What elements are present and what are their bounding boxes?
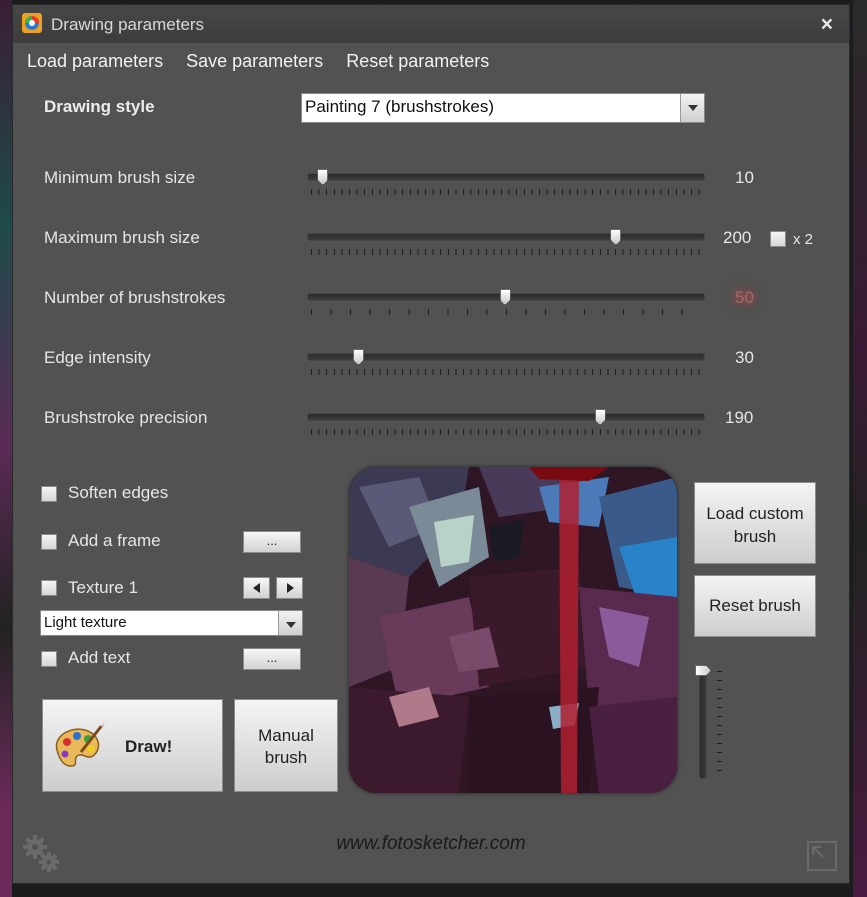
texture-select-value: Light texture	[44, 614, 127, 631]
chevron-down-icon[interactable]	[680, 94, 704, 122]
slider-value-number-of-brushstrokes: 50	[735, 288, 754, 307]
add-text-label: Add text	[68, 648, 131, 667]
reset-brush-button[interactable]: Reset brush	[694, 575, 816, 637]
draw-button-label: Draw!	[125, 737, 173, 756]
texture-checkbox[interactable]	[41, 580, 57, 596]
load-custom-brush-button[interactable]: Load custom brush	[694, 482, 816, 564]
drawing-parameters-window: Drawing parameters × Load parameters Sav…	[12, 4, 850, 884]
slider-thumb-number-of-brushstrokes[interactable]	[499, 289, 511, 305]
menu-reset-parameters[interactable]: Reset parameters	[346, 51, 489, 71]
preview-image	[349, 467, 677, 793]
slider-label-edge-intensity: Edge intensity	[44, 348, 151, 367]
slider-value-min-brush-size: 10	[735, 168, 754, 187]
menu-save-parameters[interactable]: Save parameters	[186, 51, 323, 71]
palette-icon	[55, 722, 105, 767]
vertical-slider-thumb[interactable]	[695, 665, 711, 676]
fotosketcher-app-icon	[22, 13, 42, 33]
slider-label-max-brush-size: Maximum brush size	[44, 228, 200, 247]
text-options-button[interactable]: ...	[243, 648, 301, 670]
window-title: Drawing parameters	[51, 15, 205, 34]
gear-icon[interactable]	[19, 831, 65, 877]
next-texture-icon[interactable]	[276, 577, 303, 599]
slider-thumb-brushstroke-precision[interactable]	[594, 409, 606, 425]
vertical-slider-ticks	[717, 671, 722, 777]
slider-label-number-of-brushstrokes: Number of brushstrokes	[44, 288, 226, 307]
draw-button[interactable]: Draw!	[42, 699, 223, 792]
drawing-style-label: Drawing style	[44, 97, 155, 116]
slider-ticks	[311, 369, 701, 375]
slider-thumb-min-brush-size[interactable]	[317, 169, 329, 185]
chevron-down-icon[interactable]	[278, 611, 302, 635]
slider-ticks	[311, 189, 701, 195]
slider-track-max-brush-size[interactable]	[307, 233, 705, 241]
slider-thumb-max-brush-size[interactable]	[610, 229, 622, 245]
manual-brush-label-line1: Manual	[258, 726, 314, 745]
resize-icon[interactable]	[807, 841, 837, 871]
drawing-style-value: Painting 7 (brushstrokes)	[305, 97, 494, 116]
manual-brush-button[interactable]: Manual brush	[234, 699, 338, 792]
slider-value-edge-intensity: 30	[735, 348, 754, 367]
texture-label: Texture 1	[68, 578, 138, 597]
slider-label-min-brush-size: Minimum brush size	[44, 168, 196, 187]
slider-track-min-brush-size[interactable]	[307, 173, 705, 181]
slider-ticks	[311, 249, 701, 255]
slider-track-brushstroke-precision[interactable]	[307, 413, 705, 421]
add-frame-checkbox[interactable]	[41, 534, 57, 550]
load-custom-brush-label-line1: Load custom	[706, 504, 804, 523]
menu-load-parameters[interactable]: Load parameters	[27, 51, 163, 71]
website-link[interactable]: www.fotosketcher.com	[13, 833, 849, 855]
soften-edges-label: Soften edges	[68, 483, 169, 502]
slider-label-brushstroke-precision: Brushstroke precision	[44, 408, 208, 427]
background-desktop-right	[853, 0, 867, 897]
brushstroke-painting-preview	[349, 467, 677, 793]
slider-thumb-edge-intensity[interactable]	[352, 349, 364, 365]
slider-track-edge-intensity[interactable]	[307, 353, 705, 361]
x2-checkbox[interactable]	[770, 231, 786, 247]
drawing-style-select[interactable]: Painting 7 (brushstrokes)	[301, 93, 705, 123]
background-desktop-left	[0, 0, 12, 897]
load-custom-brush-label-line2: brush	[733, 527, 777, 546]
add-frame-label: Add a frame	[68, 531, 161, 550]
manual-brush-label-line2: brush	[264, 748, 308, 767]
add-text-checkbox[interactable]	[41, 651, 57, 667]
slider-ticks	[311, 429, 701, 435]
slider-ticks	[311, 309, 701, 315]
reset-brush-label: Reset brush	[709, 596, 801, 615]
x2-label: x 2	[793, 231, 814, 248]
soften-edges-checkbox[interactable]	[41, 486, 57, 502]
previous-texture-icon[interactable]	[243, 577, 270, 599]
title-bar[interactable]: Drawing parameters ×	[13, 5, 849, 43]
slider-value-max-brush-size: 200	[723, 228, 752, 247]
frame-options-button[interactable]: ...	[243, 531, 301, 553]
slider-value-brushstroke-precision: 190	[725, 408, 754, 427]
close-icon[interactable]: ×	[821, 13, 833, 37]
vertical-slider-track[interactable]	[699, 669, 707, 779]
menu-bar: Load parameters Save parameters Reset pa…	[27, 51, 507, 72]
texture-select[interactable]: Light texture	[40, 610, 303, 636]
